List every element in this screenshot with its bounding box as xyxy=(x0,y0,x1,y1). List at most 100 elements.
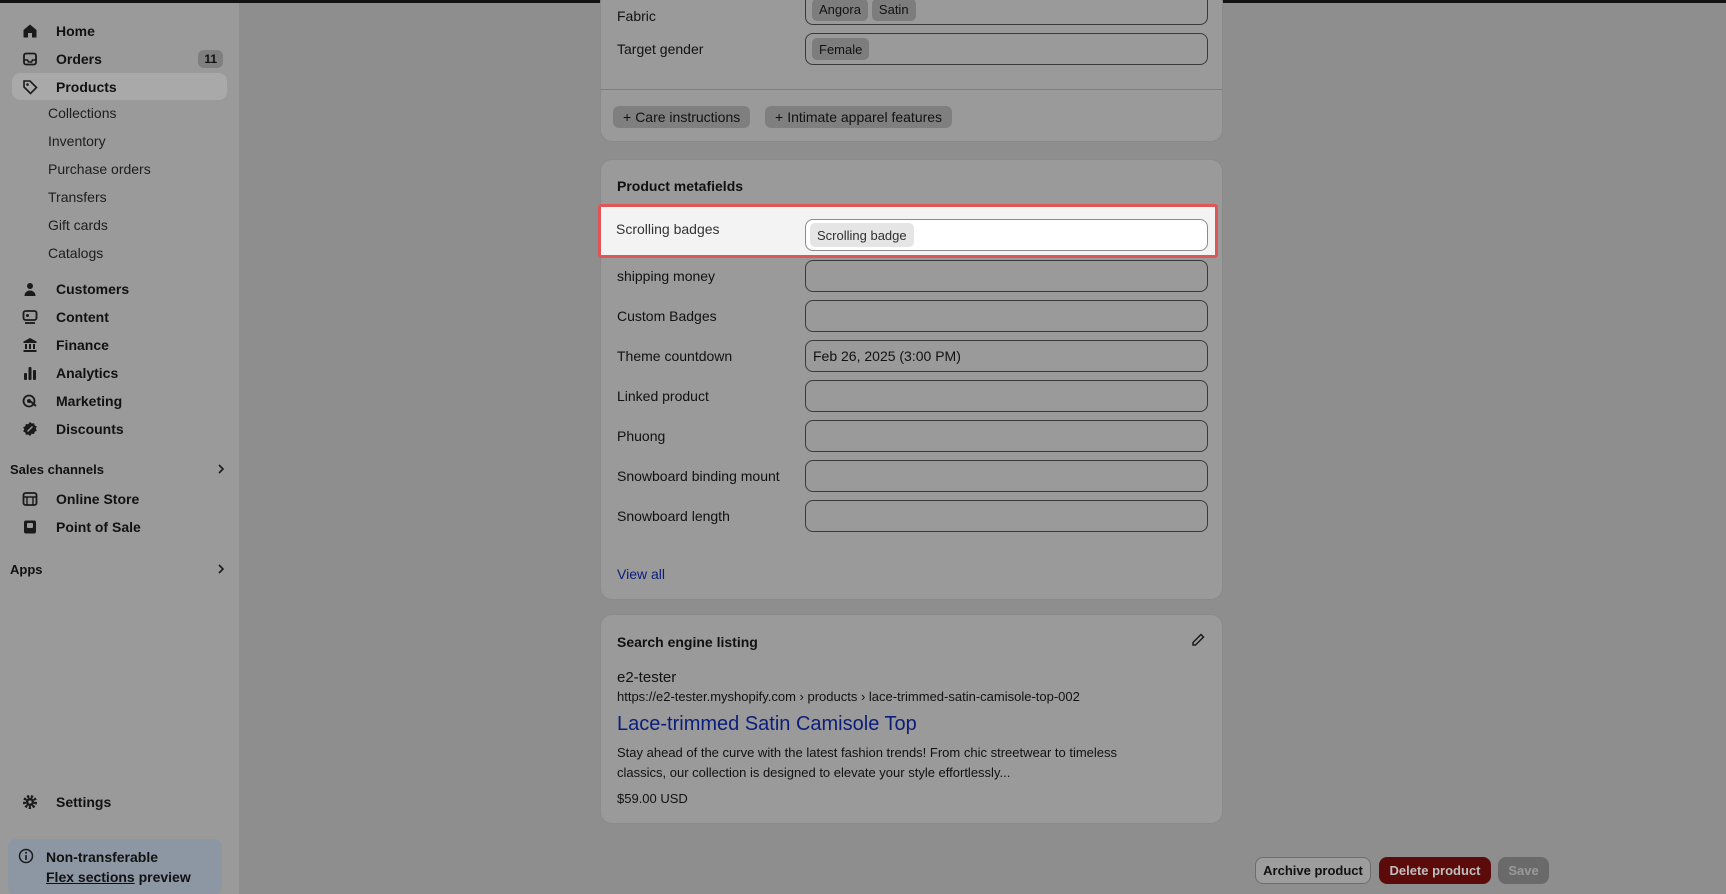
fabric-field[interactable]: Angora Satin xyxy=(805,0,1208,25)
pencil-icon[interactable] xyxy=(1190,632,1206,648)
target-gender-field[interactable]: Female xyxy=(805,33,1208,65)
card-divider xyxy=(601,89,1222,90)
sidebar-item-label: Discounts xyxy=(56,420,124,437)
delete-product-button[interactable]: Delete product xyxy=(1379,857,1491,884)
save-button[interactable]: Save xyxy=(1498,857,1549,884)
add-intimate-apparel-button[interactable]: + Intimate apparel features xyxy=(765,106,953,128)
sidebar-subitem-gift-cards[interactable]: Gift cards xyxy=(48,213,108,237)
category-metafields-card: Fabric Angora Satin Target gender Female… xyxy=(600,0,1223,142)
flex-sections-link[interactable]: Flex sections xyxy=(46,869,135,885)
sidebar-item-label: Orders xyxy=(56,50,102,67)
metafield-label: Snowboard length xyxy=(617,508,730,524)
sidebar-item-label: Marketing xyxy=(56,392,123,409)
home-icon xyxy=(22,23,38,39)
sidebar-item-label: Analytics xyxy=(56,364,119,381)
store-icon xyxy=(22,491,38,507)
fabric-label: Fabric xyxy=(617,8,656,24)
phuong-field[interactable] xyxy=(805,420,1208,452)
tag-icon xyxy=(22,79,38,95)
person-icon xyxy=(22,281,38,297)
sidebar-item-content[interactable]: Content xyxy=(12,303,227,330)
snowboard-length-field[interactable] xyxy=(805,500,1208,532)
sidebar-item-online-store[interactable]: Online Store xyxy=(12,485,227,512)
sidebar-item-label: Point of Sale xyxy=(56,518,141,535)
snowboard-binding-mount-field[interactable] xyxy=(805,460,1208,492)
archive-product-button[interactable]: Archive product xyxy=(1255,857,1371,884)
metafield-label: Linked product xyxy=(617,388,709,404)
apps-header[interactable]: Apps xyxy=(10,558,228,580)
sidebar: Home Orders 11 Products Collections Inve… xyxy=(0,3,239,894)
scrolling-badges-label: Scrolling badges xyxy=(616,221,720,237)
metafield-label: Custom Badges xyxy=(617,308,717,324)
metafield-label: Theme countdown xyxy=(617,348,733,364)
orders-count-badge: 11 xyxy=(198,50,223,68)
sidebar-item-label: Finance xyxy=(56,336,109,353)
target-gender-label: Target gender xyxy=(617,41,704,57)
metafield-label: Phuong xyxy=(617,428,666,444)
sidebar-item-home[interactable]: Home xyxy=(12,17,227,44)
preview-title: Non-transferable xyxy=(46,849,159,865)
inbox-icon xyxy=(22,51,38,67)
shipping-money-field[interactable] xyxy=(805,260,1208,292)
seo-store-name: e2-tester xyxy=(617,669,677,686)
sidebar-item-marketing[interactable]: Marketing xyxy=(12,387,227,414)
add-care-instructions-button[interactable]: + Care instructions xyxy=(613,106,751,128)
sales-channels-header[interactable]: Sales channels xyxy=(10,458,228,480)
sidebar-subitem-catalogs[interactable]: Catalogs xyxy=(48,241,103,265)
sidebar-subitem-collections[interactable]: Collections xyxy=(48,101,116,125)
sidebar-item-label: Settings xyxy=(56,793,112,810)
fabric-tag[interactable]: Satin xyxy=(871,0,916,21)
sidebar-item-discounts[interactable]: Discounts xyxy=(12,415,227,442)
theme-countdown-field[interactable]: Feb 26, 2025 (3:00 PM) xyxy=(805,340,1208,372)
chevron-right-icon xyxy=(214,562,228,576)
scrolling-badges-row: Scrolling badges Scrolling badge xyxy=(598,204,1218,258)
sidebar-item-label: Home xyxy=(56,22,95,39)
sidebar-item-label: Online Store xyxy=(56,490,140,507)
seo-description-line2: classics, our collection is designed to … xyxy=(617,765,1011,780)
seo-page-title[interactable]: Lace-trimmed Satin Camisole Top xyxy=(617,713,917,736)
plus-icon: + xyxy=(623,109,632,125)
sidebar-item-label: Products xyxy=(56,78,117,95)
sidebar-item-analytics[interactable]: Analytics xyxy=(12,359,227,386)
section-title: Sales channels xyxy=(10,461,104,477)
seo-description-line1: Stay ahead of the curve with the latest … xyxy=(617,745,1118,760)
plus-icon: + xyxy=(775,109,784,125)
sidebar-subitem-inventory[interactable]: Inventory xyxy=(48,129,106,153)
sidebar-item-label: Content xyxy=(56,308,109,325)
bar-chart-icon xyxy=(22,365,38,381)
metafield-label: Snowboard binding mount xyxy=(617,468,780,484)
view-all-link[interactable]: View all xyxy=(617,566,665,582)
custom-badges-field[interactable] xyxy=(805,300,1208,332)
seo-price: $59.00 USD xyxy=(617,791,688,806)
info-icon xyxy=(18,848,34,864)
sidebar-subitem-transfers[interactable]: Transfers xyxy=(48,185,107,209)
gender-tag[interactable]: Female xyxy=(812,38,870,60)
seo-url: https://e2-tester.myshopify.com › produc… xyxy=(617,689,1080,704)
seo-title: Search engine listing xyxy=(617,634,758,650)
sidebar-item-point-of-sale[interactable]: Point of Sale xyxy=(12,513,227,540)
section-title: Apps xyxy=(10,561,43,577)
metafield-label: shipping money xyxy=(617,268,716,284)
content-icon xyxy=(22,309,38,325)
chevron-right-icon xyxy=(214,462,228,476)
preview-banner: Non-transferable Flex sections preview xyxy=(8,839,222,894)
sidebar-item-finance[interactable]: Finance xyxy=(12,331,227,358)
linked-product-field[interactable] xyxy=(805,380,1208,412)
bank-icon xyxy=(22,337,38,353)
gear-icon xyxy=(22,794,38,810)
sidebar-item-products[interactable]: Products xyxy=(12,73,227,100)
sidebar-item-orders[interactable]: Orders 11 xyxy=(12,45,227,72)
scrolling-badges-field[interactable]: Scrolling badge xyxy=(805,219,1208,251)
sidebar-item-settings[interactable]: Settings xyxy=(12,788,227,815)
preview-suffix: preview xyxy=(134,869,191,885)
sidebar-subitem-purchase-orders[interactable]: Purchase orders xyxy=(48,157,151,181)
search-engine-listing-card: Search engine listing e2-tester https://… xyxy=(600,614,1223,824)
product-metafields-title: Product metafields xyxy=(617,178,744,194)
sidebar-item-label: Customers xyxy=(56,280,130,297)
button-label: Intimate apparel features xyxy=(787,109,943,125)
scrolling-badge-tag[interactable]: Scrolling badge xyxy=(810,223,914,247)
fabric-tag[interactable]: Angora xyxy=(812,0,868,21)
sidebar-item-customers[interactable]: Customers xyxy=(12,275,227,302)
pos-icon xyxy=(22,519,38,535)
discount-icon xyxy=(22,421,38,437)
